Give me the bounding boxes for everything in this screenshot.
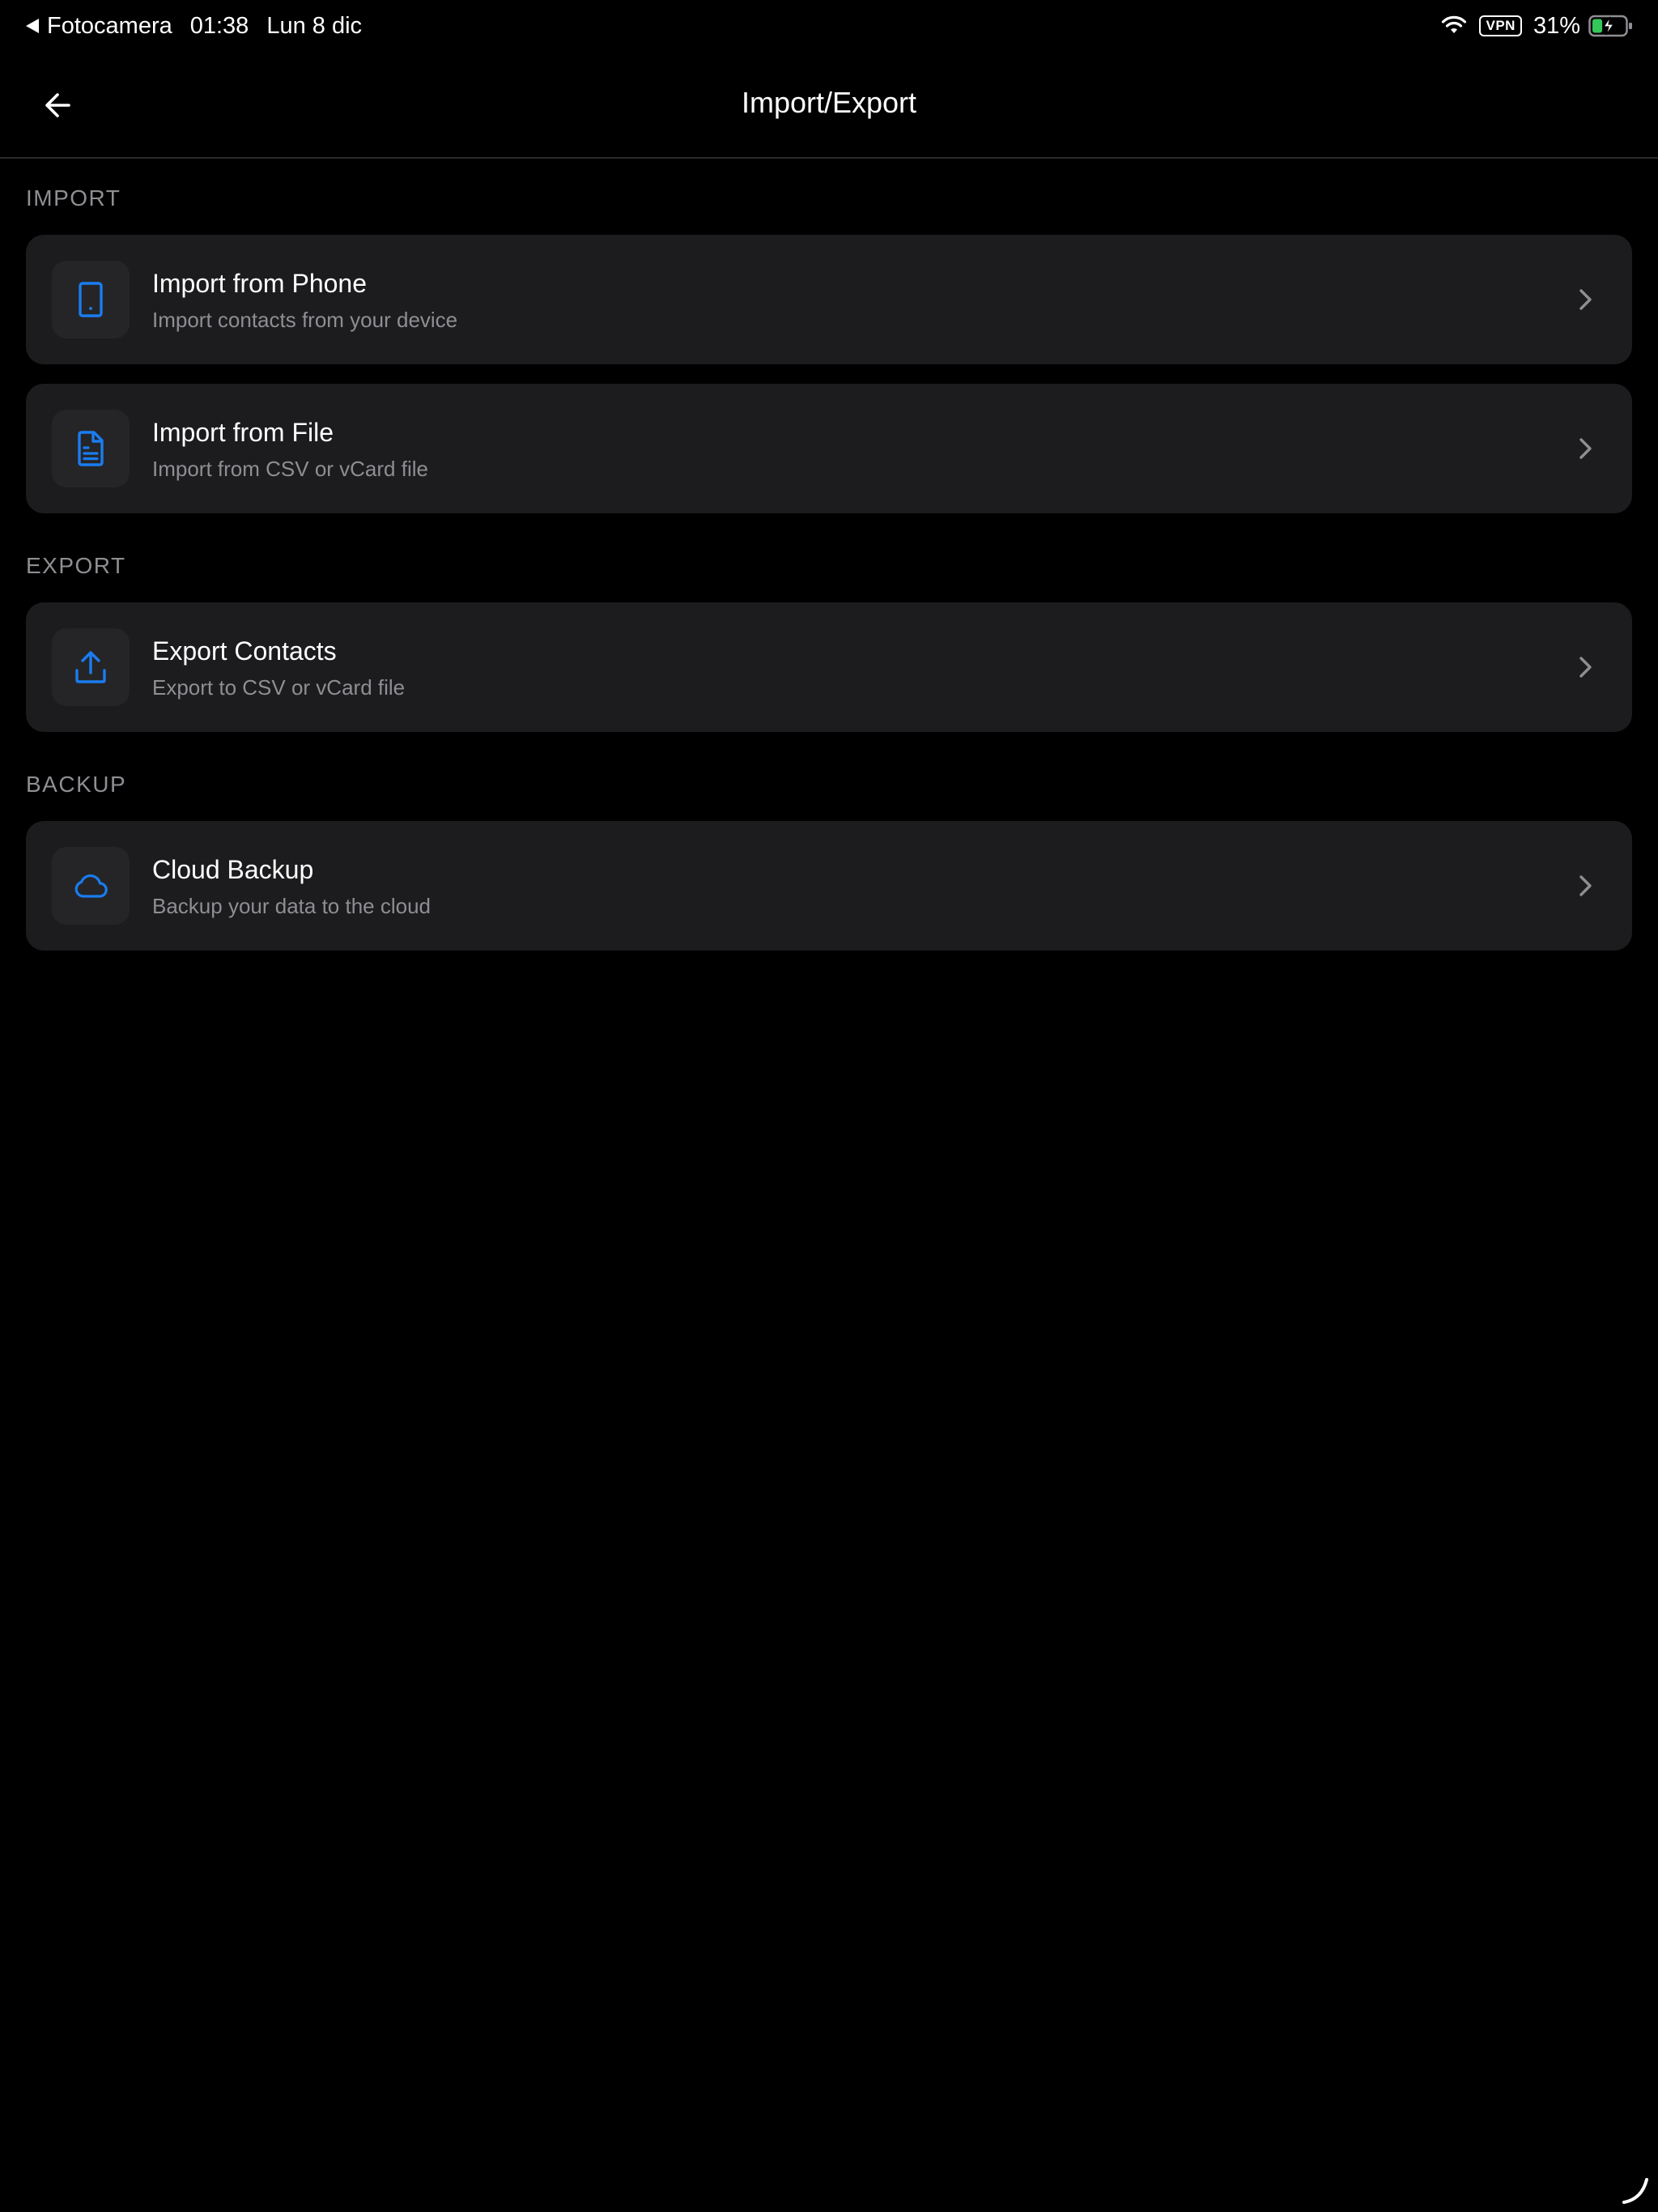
chevron-right-icon [1571, 285, 1600, 314]
chevron-right-icon [1571, 653, 1600, 682]
import-from-phone-row[interactable]: Import from Phone Import contacts from y… [26, 235, 1632, 364]
upload-icon [75, 651, 106, 683]
row-subtitle: Import from CSV or vCard file [152, 457, 428, 481]
cloud-backup-row[interactable]: Cloud Backup Backup your data to the clo… [26, 821, 1632, 951]
settings-list: IMPORT Import from Phone Import contacts… [26, 159, 1632, 951]
navigation-header: Import/Export [0, 52, 1658, 159]
battery-charging-icon [1588, 15, 1632, 37]
row-title: Import from File [152, 418, 334, 447]
import-from-file-row[interactable]: Import from File Import from CSV or vCar… [26, 384, 1632, 513]
row-title: Cloud Backup [152, 855, 314, 884]
row-subtitle: Import contacts from your device [152, 308, 458, 332]
status-date: Lun 8 dic [266, 12, 363, 39]
status-right: VPN 31% [1440, 10, 1634, 42]
page-title: Import/Export [741, 86, 917, 119]
row-subtitle: Export to CSV or vCard file [152, 675, 406, 700]
back-to-app-icon[interactable] [26, 19, 39, 33]
section-header-backup: BACKUP [26, 772, 127, 797]
icon-box [52, 410, 130, 487]
chevron-right-icon [1571, 871, 1600, 900]
row-subtitle: Backup your data to the cloud [152, 894, 432, 918]
icon-box [52, 847, 130, 925]
wifi-icon [1442, 15, 1467, 33]
row-title: Export Contacts [152, 636, 337, 666]
section-header-export: EXPORT [26, 553, 126, 578]
corner-handle-icon [1619, 2173, 1652, 2206]
vpn-badge: VPN [1479, 15, 1522, 36]
cloud-icon [74, 874, 108, 898]
battery-percent: 31% [1533, 12, 1580, 39]
section-header-import: IMPORT [26, 185, 121, 211]
icon-box [52, 628, 130, 706]
chevron-right-icon [1571, 434, 1600, 463]
status-left: Fotocamera 01:38 Lun 8 dic [26, 10, 362, 42]
row-title: Import from Phone [152, 269, 367, 298]
file-icon [78, 431, 104, 466]
status-bar: Fotocamera 01:38 Lun 8 dic VPN 31% [0, 0, 1658, 52]
export-contacts-row[interactable]: Export Contacts Export to CSV or vCard f… [26, 602, 1632, 732]
phone-icon [79, 282, 103, 317]
status-time: 01:38 [189, 12, 249, 39]
back-to-app-label[interactable]: Fotocamera [47, 13, 172, 40]
icon-box [52, 261, 130, 338]
